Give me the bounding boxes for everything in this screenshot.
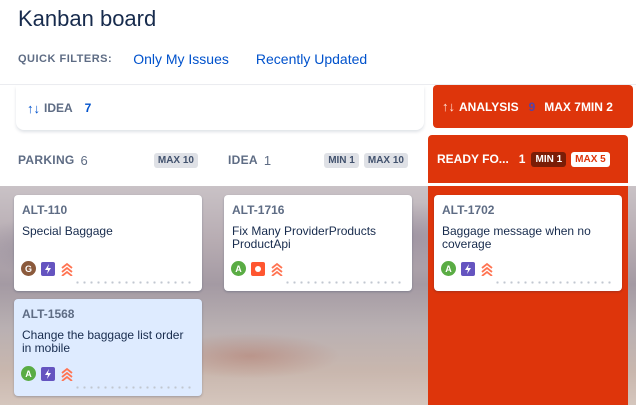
column-max-limit: MAX 5 — [571, 151, 610, 167]
swimlane-name: IDEA — [44, 101, 73, 115]
column-header-ready[interactable]: READY FO... 1 MIN 1 MAX 5 — [428, 135, 628, 183]
card-icons: G — [21, 261, 74, 276]
sort-arrows-icon: ↑↓ — [442, 99, 455, 114]
issue-summary: Fix Many ProviderProducts ProductApi — [232, 224, 377, 251]
issue-summary: Special Baggage — [22, 224, 113, 238]
swimlane-header-analysis[interactable]: ↑↓ ANALYSIS 9 MAX 7MIN 2 — [433, 85, 633, 128]
priority-highest-icon — [270, 262, 284, 276]
epic-lightning-icon — [41, 261, 55, 276]
issue-key: ALT-1716 — [232, 203, 285, 217]
priority-highest-icon — [60, 367, 74, 381]
issue-summary: Change the baggage list order in mobile — [22, 328, 184, 355]
issue-summary: Baggage message when no coverage — [442, 224, 591, 251]
column-min-limit: MIN 1 — [324, 152, 359, 168]
card-dots — [494, 281, 614, 284]
epic-lightning-icon — [461, 261, 475, 276]
card-icons: A — [441, 261, 494, 276]
card-icons: A — [21, 366, 74, 381]
epic-lightning-icon — [41, 366, 55, 381]
card-icons: A — [231, 261, 284, 276]
analysis-name: ANALYSIS — [459, 99, 519, 114]
priority-highest-icon — [60, 262, 74, 276]
quick-filters-label: QUICK FILTERS: — [18, 53, 113, 65]
column-name: PARKING — [18, 153, 75, 167]
card-dots — [284, 281, 404, 284]
card-dots — [74, 281, 194, 284]
column-count: 1 — [518, 152, 526, 166]
filter-only-my-issues[interactable]: Only My Issues — [133, 51, 229, 67]
filter-recently-updated[interactable]: Recently Updated — [256, 51, 367, 67]
issue-key: ALT-110 — [22, 203, 68, 217]
issue-card[interactable]: ALT-1702 Baggage message when no coverag… — [434, 195, 622, 291]
assignee-avatar[interactable]: G — [21, 261, 36, 276]
priority-highest-icon — [480, 262, 494, 276]
issue-card[interactable]: ALT-1568 Change the baggage list order i… — [14, 299, 202, 396]
issue-key: ALT-1568 — [22, 307, 75, 321]
sort-arrows-icon: ↑↓ — [27, 100, 40, 116]
card-dots — [74, 386, 194, 389]
bug-icon — [251, 261, 265, 276]
column-name: READY FO... — [437, 152, 509, 166]
issue-card[interactable]: ALT-1716 Fix Many ProviderProducts Produ… — [224, 195, 412, 291]
analysis-limits: MAX 7MIN 2 — [544, 99, 613, 114]
assignee-avatar[interactable]: A — [231, 261, 246, 276]
column-header-idea[interactable]: IDEA 1 MIN 1 MAX 10 — [228, 148, 408, 172]
column-max-limit: MAX 10 — [363, 152, 408, 168]
analysis-count: 9 — [528, 99, 536, 114]
issue-key: ALT-1702 — [442, 203, 495, 217]
column-max-limit: MAX 10 — [153, 152, 198, 168]
column-name: IDEA — [228, 153, 258, 167]
column-min-limit: MIN 1 — [531, 151, 567, 167]
swimlane-count: 7 — [84, 101, 92, 115]
issue-card[interactable]: ALT-110 Special Baggage G — [14, 195, 202, 291]
column-header-parking[interactable]: PARKING 6 MAX 10 — [18, 148, 198, 172]
swimlane-header-idea[interactable]: ↑↓ IDEA 7 — [16, 86, 424, 130]
column-count: 1 — [263, 152, 272, 168]
board-title: Kanban board — [18, 6, 157, 31]
assignee-avatar[interactable]: A — [21, 366, 36, 381]
assignee-avatar[interactable]: A — [441, 261, 456, 276]
column-count: 6 — [80, 152, 88, 168]
quick-filters: QUICK FILTERS: Only My Issues Recently U… — [18, 49, 394, 69]
